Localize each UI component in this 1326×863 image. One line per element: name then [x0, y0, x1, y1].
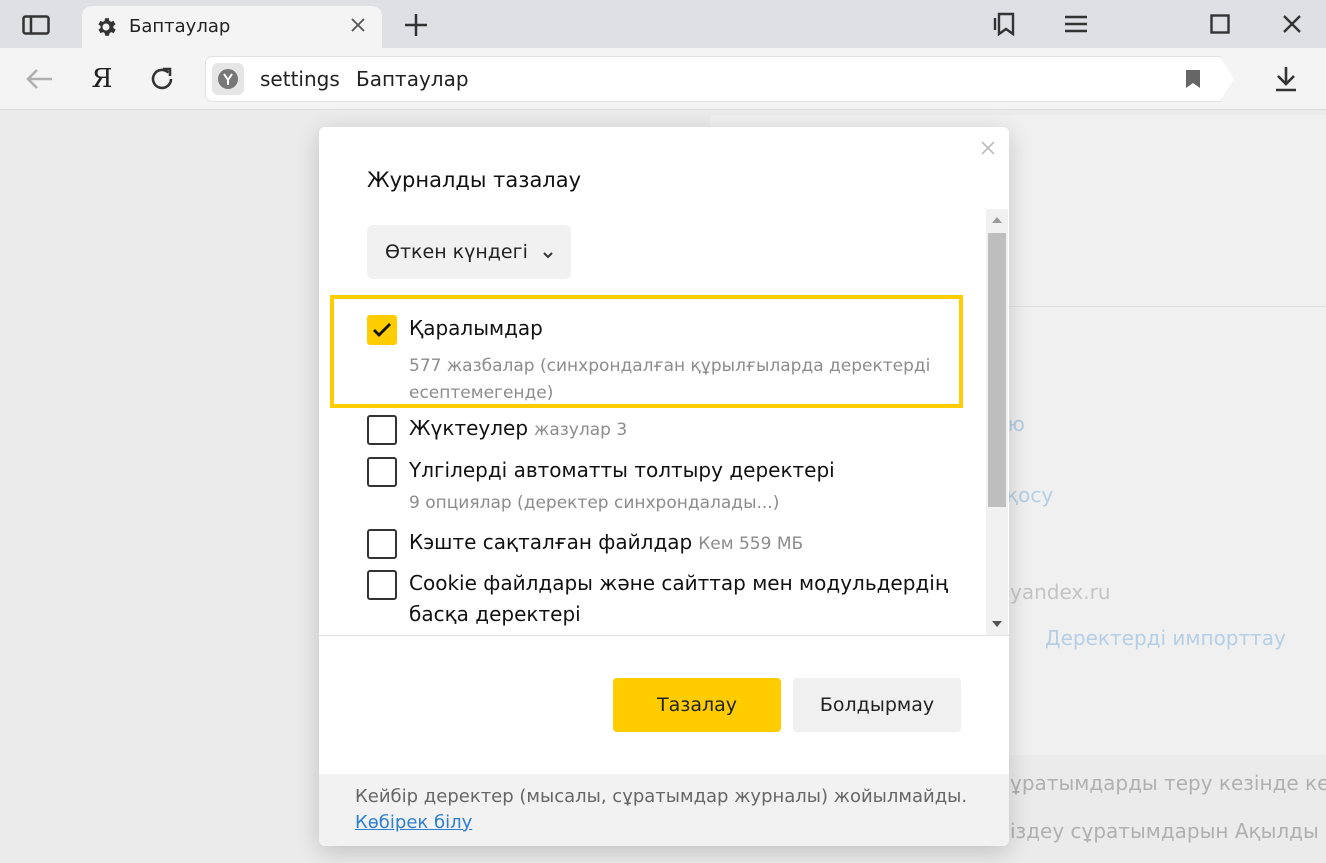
bg-text-fragment: ұратымдарды теру кезінде кең — [1010, 771, 1326, 795]
dialog-divider — [319, 635, 1009, 636]
option-label: Үлгілерді автоматты толтыру деректері — [409, 458, 835, 482]
settings-divider — [1010, 306, 1326, 307]
option-label-line2: басқа деректері — [409, 602, 581, 626]
scrollbar[interactable] — [986, 209, 1008, 635]
sidebar-toggle-icon[interactable] — [14, 10, 58, 40]
dialog-title: Журналды тазалау — [367, 168, 582, 192]
address-bar[interactable]: settings Баптаулар — [206, 57, 1234, 101]
new-tab-icon[interactable] — [398, 10, 434, 40]
option-description: 9 опциялар (деректер синхрондалады...) — [409, 493, 780, 513]
footer-note: Кейбір деректер (мысалы, сұратымдар журн… — [355, 786, 968, 807]
checkbox-browsing-history[interactable] — [367, 315, 397, 345]
dialog-footer: Кейбір деректер (мысалы, сұратымдар журн… — [319, 774, 1009, 846]
option-count: жазулар 3 — [534, 420, 628, 440]
learn-more-link[interactable]: Көбірек білу — [355, 812, 472, 833]
title-bar: Баптаулар — [0, 0, 1326, 48]
period-dropdown[interactable]: Өткен күндегі — [367, 225, 571, 279]
scrollbar-thumb[interactable] — [988, 233, 1006, 507]
back-arrow-icon[interactable] — [22, 62, 58, 96]
collections-icon[interactable] — [986, 8, 1022, 40]
tab-close-icon[interactable] — [348, 15, 368, 35]
bg-text-fragment: yandex.ru — [1010, 580, 1111, 604]
bg-link-fragment: ю — [1008, 412, 1025, 436]
checkbox-cookies[interactable] — [367, 570, 397, 600]
checkbox-cache[interactable] — [367, 529, 397, 559]
checkbox-downloads[interactable] — [367, 415, 397, 445]
checkbox-autofill[interactable] — [367, 457, 397, 487]
clear-history-dialog: Журналды тазалау Өткен күндегі Қаралымда… — [319, 127, 1009, 846]
yandex-browser-site-icon — [212, 63, 244, 95]
maximize-icon[interactable] — [1202, 8, 1238, 40]
url-page-title: Баптаулар — [356, 67, 469, 91]
bg-text-fragment: іздеу сұратымдарын Ақылды ж — [1010, 819, 1326, 843]
yandex-logo-button[interactable]: Я — [84, 62, 120, 96]
gear-icon — [94, 15, 118, 39]
tab-title: Баптаулар — [129, 16, 231, 37]
clear-button[interactable]: Тазалау — [613, 678, 781, 732]
bg-import-link: Деректерді импорттау — [1045, 626, 1286, 650]
options-scroll-area: Өткен күндегі Қаралымдар 577 жазбалар (с… — [319, 209, 1009, 635]
option-label: Жүктеулер жазулар 3 — [409, 416, 628, 440]
option-label: Кэште сақталған файлдар Кем 559 МБ — [409, 530, 804, 554]
option-count: Кем 559 МБ — [698, 534, 804, 554]
checkmark-icon — [373, 323, 391, 337]
reload-icon[interactable] — [144, 62, 180, 96]
scroll-down-arrow-icon[interactable] — [986, 613, 1008, 635]
bg-link-fragment: қосу — [1006, 483, 1054, 507]
option-description: 577 жазбалар (синхрондалған құрылғыларда… — [409, 356, 931, 403]
chevron-down-icon — [541, 245, 555, 259]
option-label: Cookie файлдары және сайттар мен модульд… — [409, 571, 949, 595]
tab-settings[interactable]: Баптаулар — [82, 6, 382, 48]
download-icon[interactable] — [1268, 62, 1304, 96]
option-label: Қаралымдар — [409, 316, 543, 340]
period-dropdown-value: Өткен күндегі — [385, 241, 528, 263]
scroll-up-arrow-icon[interactable] — [986, 209, 1008, 231]
bookmark-icon[interactable] — [1184, 69, 1204, 91]
close-icon[interactable] — [979, 139, 997, 157]
menu-icon[interactable] — [1058, 8, 1094, 40]
close-window-icon[interactable] — [1274, 8, 1310, 40]
navigation-bar: Я settings Баптаулар — [0, 48, 1326, 110]
cancel-button[interactable]: Болдырмау — [793, 678, 961, 732]
url-host: settings — [260, 67, 340, 91]
